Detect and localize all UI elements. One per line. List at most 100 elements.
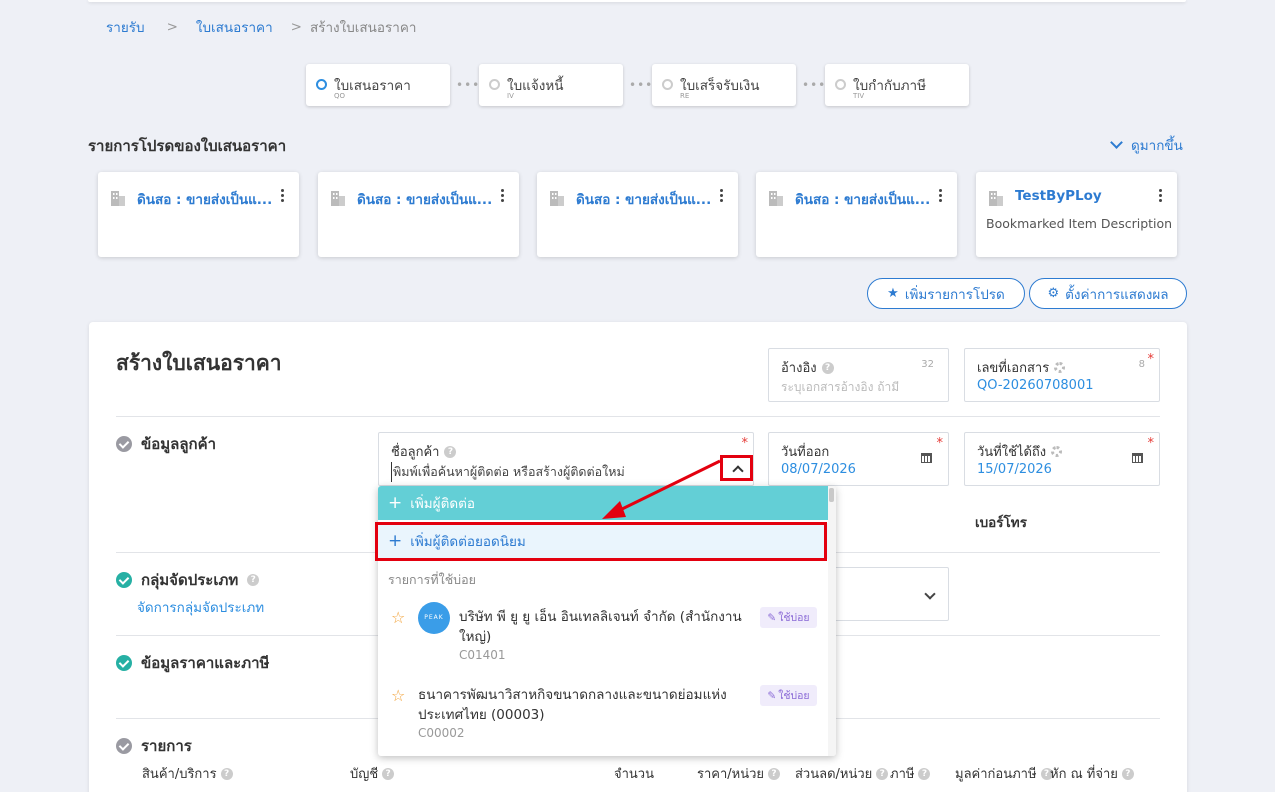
favorite-card[interactable]: ดินสอ : ขายส่งเป็นแ... [756, 172, 957, 257]
chevron-down-icon [1110, 136, 1123, 149]
price-tax-section-title: ข้อมูลราคาและภาษี [141, 654, 270, 672]
required-mark: * [936, 436, 944, 451]
step-connector: ••• [802, 78, 827, 92]
required-mark: * [741, 436, 749, 451]
check-circle-icon [116, 436, 132, 452]
step-connector: ••• [629, 78, 654, 92]
favorite-card[interactable]: TestByPLoy Bookmarked Item Description [976, 172, 1177, 257]
gear-icon[interactable] [1051, 446, 1063, 457]
help-icon: ? [876, 767, 889, 780]
issue-date-label: วันที่ออก [781, 445, 830, 460]
column-header-discount: ส่วนลด/หน่วย? [795, 763, 889, 784]
step-quotation[interactable]: ใบเสนอราคา QO [306, 64, 450, 106]
favorite-card[interactable]: ดินสอ : ขายส่งเป็นแ... [98, 172, 299, 257]
help-icon: ? [247, 574, 260, 586]
document-number-char-count: 8 [1138, 359, 1145, 370]
more-options-icon[interactable] [501, 189, 505, 204]
breadcrumb-current: สร้างใบเสนอราคา [309, 20, 417, 36]
favorites-title: รายการโปรดของใบเสนอราคา [88, 137, 287, 155]
step-receipt[interactable]: ใบเสร็จรับเงิน RE [652, 64, 796, 106]
step-dot-icon [835, 79, 846, 90]
reference-char-count: 32 [921, 359, 934, 370]
required-mark: * [1147, 352, 1155, 367]
more-options-icon[interactable] [281, 189, 285, 204]
add-favorite-button[interactable]: ★ เพิ่มรายการโปรด [867, 278, 1025, 309]
favorite-card-title: TestByPLoy [1015, 188, 1102, 204]
star-icon: ★ [887, 286, 899, 301]
more-options-icon[interactable] [1159, 189, 1163, 204]
magic-wand-icon: ✎ [767, 689, 777, 702]
step-tax-invoice[interactable]: ใบกำกับภาษี TIV [825, 64, 969, 106]
help-icon: ? [918, 767, 931, 780]
document-number-value[interactable]: QO-20260708001 [977, 378, 1094, 393]
issue-date-value[interactable]: 08/07/2026 [781, 462, 856, 477]
breadcrumb: รายรับ > ใบเสนอราคา > สร้างใบเสนอราคา [106, 16, 416, 38]
calendar-icon[interactable] [921, 453, 932, 463]
help-icon: ? [220, 767, 233, 780]
favorite-card-title: ดินสอ : ขายส่งเป็นแ... [576, 192, 712, 208]
customer-section-header[interactable]: ข้อมูลลูกค้า [116, 432, 216, 456]
valid-until-value[interactable]: 15/07/2026 [977, 462, 1052, 477]
gear-icon: ⚙ [1047, 286, 1060, 301]
add-favorite-label: เพิ่มรายการโปรด [904, 286, 1005, 303]
page-title: สร้างใบเสนอราคา [116, 351, 282, 375]
category-select[interactable] [828, 567, 949, 621]
price-tax-section-header[interactable]: ข้อมูลราคาและภาษี [116, 651, 269, 675]
valid-until-field[interactable]: วันที่ใช้ได้ถึง * 15/07/2026 [964, 432, 1160, 486]
items-section-header[interactable]: รายการ [116, 734, 192, 758]
manage-category-link[interactable]: จัดการกลุ่มจัดประเภท [137, 596, 264, 618]
more-options-icon[interactable] [720, 189, 724, 204]
display-settings-label: ตั้งค่าการแสดงผล [1065, 286, 1169, 303]
favorite-card[interactable]: ดินสอ : ขายส่งเป็นแ... [318, 172, 519, 257]
issue-date-field[interactable]: วันที่ออก * 08/07/2026 [768, 432, 949, 486]
highlight-box [375, 522, 827, 561]
favorite-card-title: ดินสอ : ขายส่งเป็นแ... [795, 192, 931, 208]
reference-label: อ้างอิง? [781, 357, 834, 378]
scrollbar[interactable] [828, 486, 836, 756]
building-icon [550, 191, 564, 206]
column-header-product: สินค้า/บริการ? [142, 763, 233, 784]
breadcrumb-quotation[interactable]: ใบเสนอราคา [196, 16, 273, 38]
step-code: IV [507, 92, 514, 100]
contact-name[interactable]: บริษัท พี ยู ยู เอ็น อินเทลลิเจนท์ จำกัด… [459, 607, 742, 647]
building-icon [769, 191, 783, 206]
contact-name[interactable]: ธนาคารพัฒนาวิสาหกิจขนาดกลางและขนาดย่อมแห… [418, 685, 727, 725]
favorite-card[interactable]: ดินสอ : ขายส่งเป็นแ... [537, 172, 738, 257]
step-dot-icon [316, 79, 327, 90]
divider [116, 416, 1160, 417]
favorite-card-description: Bookmarked Item Description [986, 216, 1173, 231]
step-invoice[interactable]: ใบแจ้งหนี้ IV [479, 64, 623, 106]
contact-code: C00002 [418, 726, 465, 740]
building-icon [989, 191, 1003, 206]
step-label: ใบแจ้งหนี้ [507, 78, 564, 94]
star-outline-icon[interactable]: ☆ [391, 686, 405, 705]
top-bar [88, 0, 1186, 2]
see-more-link[interactable]: ดูมากขึ้น [1110, 134, 1183, 156]
column-header-withholding: หัก ณ ที่จ่าย? [1050, 763, 1134, 784]
building-icon [331, 191, 345, 206]
check-circle-icon [116, 655, 132, 671]
star-outline-icon[interactable]: ☆ [391, 608, 405, 627]
step-code: RE [680, 92, 690, 100]
calendar-icon[interactable] [1132, 453, 1143, 463]
reference-input[interactable]: ระบุเอกสารอ้างอิง ถ้ามี [781, 378, 899, 397]
annotation-arrow-icon [602, 459, 721, 519]
step-label: ใบเสนอราคา [334, 78, 411, 94]
chevron-up-icon [732, 465, 744, 477]
chevron-down-icon [924, 588, 936, 600]
gear-icon[interactable] [1054, 362, 1066, 373]
document-number-field[interactable]: เลขที่เอกสาร 8 * QO-20260708001 [964, 348, 1160, 402]
breadcrumb-separator: > [166, 19, 178, 35]
items-section-title: รายการ [141, 737, 192, 755]
column-header-pre-tax-amount: มูลค่าก่อนภาษี? [955, 763, 1053, 784]
breadcrumb-income[interactable]: รายรับ [106, 16, 145, 38]
category-section-title: กลุ่มจัดประเภท [141, 571, 239, 589]
reference-field[interactable]: อ้างอิง? 32 ระบุเอกสารอ้างอิง ถ้ามี [768, 348, 949, 402]
more-options-icon[interactable] [939, 189, 943, 204]
customer-section-title: ข้อมูลลูกค้า [141, 435, 217, 453]
building-icon [111, 191, 125, 206]
display-settings-button[interactable]: ⚙ ตั้งค่าการแสดงผล [1029, 278, 1187, 309]
category-section-header[interactable]: กลุ่มจัดประเภท ? [116, 568, 260, 592]
check-circle-icon [116, 738, 132, 754]
column-header-unit-price: ราคา/หน่วย? [697, 763, 781, 784]
